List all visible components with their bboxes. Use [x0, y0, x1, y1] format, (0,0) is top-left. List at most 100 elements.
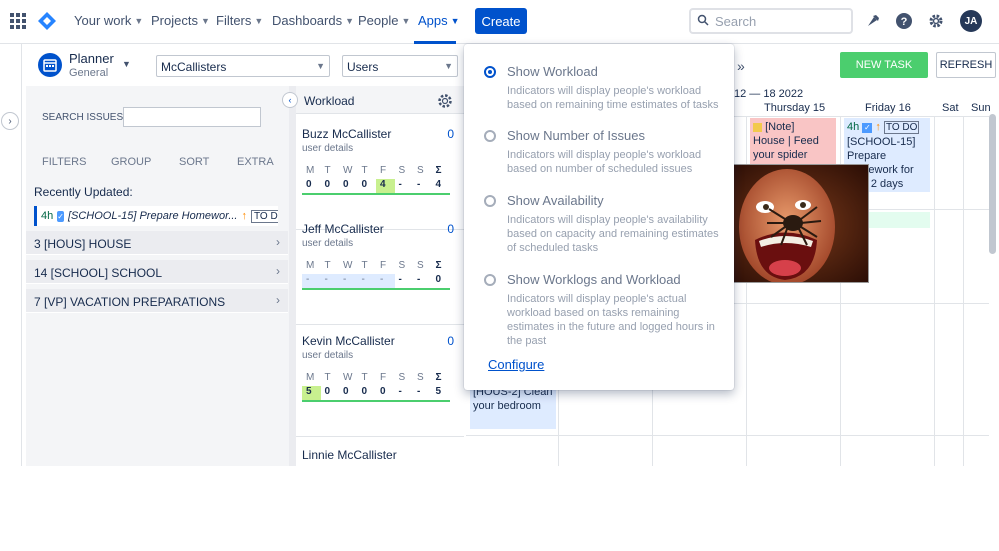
option-description: Indicators will display people's workloa…: [507, 85, 719, 111]
chevron-right-icon[interactable]: ›: [1, 112, 19, 130]
weekday-label: T: [361, 260, 368, 271]
user-issue-count[interactable]: 0: [447, 334, 454, 348]
group-label: 3 [HOUS] HOUSE: [34, 237, 132, 251]
double-chevron-right-icon[interactable]: »: [737, 58, 745, 74]
group-school[interactable]: 14 [SCHOOL] SCHOOL ›: [26, 260, 288, 284]
user-details-link[interactable]: user details: [302, 350, 353, 361]
workload-values: -------0: [302, 274, 450, 290]
tab-extra[interactable]: EXTRA: [237, 156, 274, 168]
nav-dashboards[interactable]: Dashboards ▼: [272, 13, 354, 28]
weekday-label: Σ: [435, 260, 442, 271]
workload-value: 0: [380, 386, 386, 397]
workload-value: 4: [376, 179, 395, 193]
weekday-label: F: [380, 260, 387, 271]
radio-button[interactable]: [484, 195, 496, 207]
configure-link[interactable]: Configure: [488, 357, 544, 372]
weekday-label: W: [343, 165, 353, 176]
settings-gear-icon[interactable]: [925, 10, 947, 32]
option-show-workload[interactable]: Show Workload Indicators will display pe…: [484, 64, 724, 112]
chevron-down-icon[interactable]: ▼: [122, 59, 131, 69]
nav-filters[interactable]: Filters ▼: [216, 13, 263, 28]
issue-title: [SCHOOL-15] Prepare Homewor...: [67, 210, 238, 222]
search-issues-input[interactable]: [123, 107, 261, 127]
new-task-button[interactable]: NEW TASK: [840, 52, 928, 78]
panel-divider[interactable]: [289, 86, 296, 466]
workload-total: 4: [435, 179, 442, 190]
user-name[interactable]: Linnie McCallister: [302, 448, 397, 462]
radio-button[interactable]: [484, 130, 496, 142]
user-issue-count[interactable]: 0: [447, 222, 454, 236]
group-vacation[interactable]: 7 [VP] VACATION PREPARATIONS ›: [26, 289, 288, 313]
option-description: Indicators will display people's workloa…: [507, 149, 702, 175]
workload-value: -: [320, 274, 339, 288]
weekday-label: Σ: [435, 372, 442, 383]
recent-issue-item[interactable]: 4h ✓ [SCHOOL-15] Prepare Homewor... ↑ TO…: [34, 206, 278, 226]
weekday-label: T: [324, 372, 331, 383]
nav-projects[interactable]: Projects ▼: [151, 13, 210, 28]
chevron-right-icon: ›: [276, 264, 280, 278]
jira-logo-icon[interactable]: [37, 11, 57, 34]
option-show-worklogs-and-workload[interactable]: Show Worklogs and Workload Indicators wi…: [484, 272, 724, 348]
refresh-button[interactable]: REFRESH: [936, 52, 996, 78]
grid-line: [934, 116, 935, 466]
weekday-label: Σ: [435, 165, 442, 176]
search-icon: [697, 14, 709, 29]
tab-group[interactable]: GROUP: [111, 156, 151, 168]
workload-values: 00004--4: [302, 179, 450, 195]
radio-button[interactable]: [484, 66, 496, 78]
nav-label: People: [358, 13, 399, 28]
option-title: Show Workload: [507, 64, 598, 79]
search-box[interactable]: [689, 8, 853, 34]
workload-value: 0: [361, 179, 368, 190]
user-name[interactable]: Buzz McCallister: [302, 127, 391, 141]
chevron-right-icon: ›: [276, 235, 280, 249]
user-details-link[interactable]: user details: [302, 238, 353, 249]
chevron-down-icon: ▼: [134, 15, 144, 26]
top-navigation: Your work ▼ Projects ▼ Filters ▼ Dashboards…: [0, 0, 999, 44]
week-range: 12 — 18 2022: [734, 88, 804, 100]
user-name[interactable]: Jeff McCallister: [302, 222, 384, 236]
chevron-down-icon: ▼: [450, 15, 460, 26]
day-header-sat: Sat: [942, 102, 959, 114]
settings-gear-icon[interactable]: [436, 92, 454, 113]
note-card[interactable]: [Note] House | Feed your spider: [750, 118, 836, 164]
note-text: House | Feed your spider: [753, 135, 819, 161]
nav-your-work[interactable]: Your work ▼: [74, 13, 143, 28]
workload-value: 0: [324, 179, 331, 190]
nav-label: Your work: [74, 13, 132, 28]
radio-button[interactable]: [484, 274, 496, 286]
workload-value: -: [357, 274, 376, 288]
weekday-labels: MTWTFSSΣ: [302, 372, 450, 383]
workload-value: 5: [302, 386, 321, 400]
tab-filters[interactable]: FILTERS: [42, 156, 86, 168]
search-input[interactable]: [715, 13, 845, 29]
user-details-link[interactable]: user details: [302, 143, 353, 154]
weekday-label: M: [306, 372, 315, 383]
option-show-availability[interactable]: Show Availability Indicators will displa…: [484, 193, 724, 255]
project-select[interactable]: McCallisters ▼: [156, 55, 330, 77]
app-switcher-icon[interactable]: [10, 13, 26, 32]
workload-value: -: [398, 274, 402, 285]
view-select[interactable]: Users ▼: [342, 55, 458, 77]
workload-value: -: [417, 274, 421, 285]
avatar[interactable]: JA: [960, 10, 982, 32]
chevron-left-icon[interactable]: ‹: [282, 92, 298, 108]
weekday-label: M: [306, 260, 315, 271]
nav-apps[interactable]: Apps ▼: [418, 13, 460, 28]
workload-values: 50000--5: [302, 386, 450, 402]
help-icon[interactable]: ?: [893, 10, 915, 32]
user-name[interactable]: Kevin McCallister: [302, 334, 395, 348]
user-row-linnie: Linnie McCallister: [296, 436, 464, 551]
vertical-scrollbar[interactable]: [989, 114, 996, 254]
workload-value: -: [398, 386, 402, 397]
nav-people[interactable]: People ▼: [358, 13, 410, 28]
notifications-icon[interactable]: [862, 10, 884, 32]
group-house[interactable]: 3 [HOUS] HOUSE ›: [26, 231, 288, 255]
create-button[interactable]: Create: [475, 8, 527, 34]
planner-title: Planner: [69, 51, 114, 66]
tab-sort[interactable]: SORT: [179, 156, 209, 168]
user-issue-count[interactable]: 0: [447, 127, 454, 141]
option-show-number-of-issues[interactable]: Show Number of Issues Indicators will di…: [484, 128, 724, 176]
grid-line: [963, 116, 964, 466]
chevron-down-icon: ▼: [200, 15, 210, 26]
